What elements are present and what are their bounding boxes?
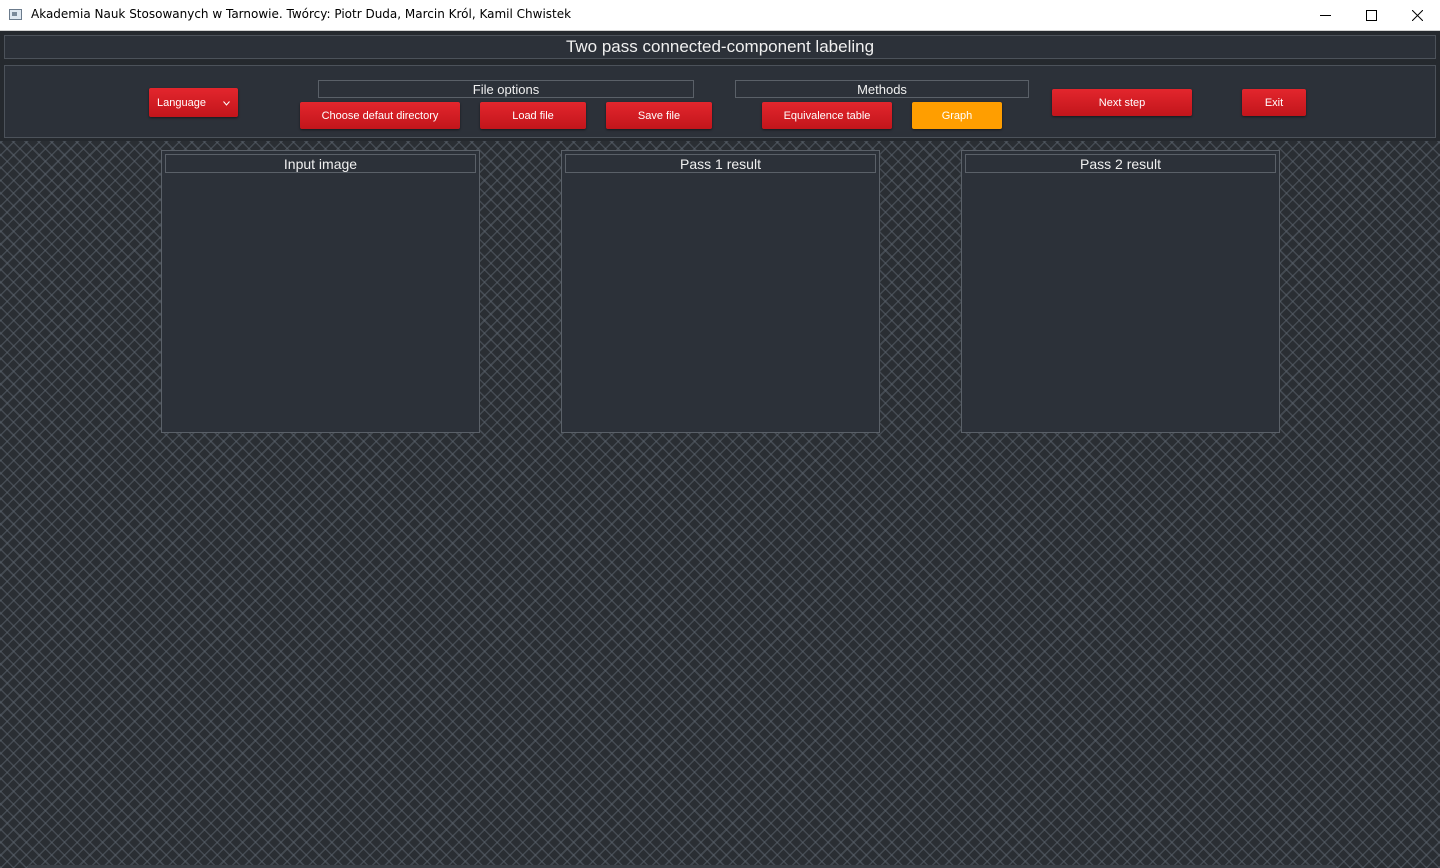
input-image-panel: Input image (161, 150, 480, 433)
minimize-button[interactable] (1302, 0, 1348, 30)
save-file-button[interactable]: Save file (606, 102, 712, 129)
chevron-down-icon (223, 101, 230, 106)
language-label: Language (157, 96, 206, 109)
toolbar: Language File options Choose defaut dire… (4, 65, 1436, 138)
choose-directory-button[interactable]: Choose defaut directory (300, 102, 460, 129)
pass2-result-title: Pass 2 result (965, 154, 1276, 173)
close-icon (1411, 9, 1423, 21)
maximize-icon (1365, 9, 1377, 21)
minimize-icon (1319, 14, 1331, 16)
load-file-button[interactable]: Load file (480, 102, 586, 129)
close-button[interactable] (1394, 0, 1440, 30)
equivalence-table-button[interactable]: Equivalence table (762, 102, 892, 129)
graph-button[interactable]: Graph (912, 102, 1002, 129)
pass1-result-panel: Pass 1 result (561, 150, 880, 433)
input-image-title: Input image (165, 154, 476, 173)
window-titlebar: Akademia Nauk Stosowanych w Tarnowie. Tw… (0, 0, 1440, 31)
methods-label: Methods (735, 80, 1029, 98)
app-icon (9, 9, 22, 20)
exit-button[interactable]: Exit (1242, 89, 1306, 116)
pass1-result-title: Pass 1 result (565, 154, 876, 173)
window-title: Akademia Nauk Stosowanych w Tarnowie. Tw… (31, 7, 572, 21)
maximize-button[interactable] (1348, 0, 1394, 30)
language-dropdown[interactable]: Language (149, 88, 238, 117)
page-title: Two pass connected-component labeling (4, 35, 1436, 59)
pass2-result-panel: Pass 2 result (961, 150, 1280, 433)
file-options-label: File options (318, 80, 694, 98)
next-step-button[interactable]: Next step (1052, 89, 1192, 116)
